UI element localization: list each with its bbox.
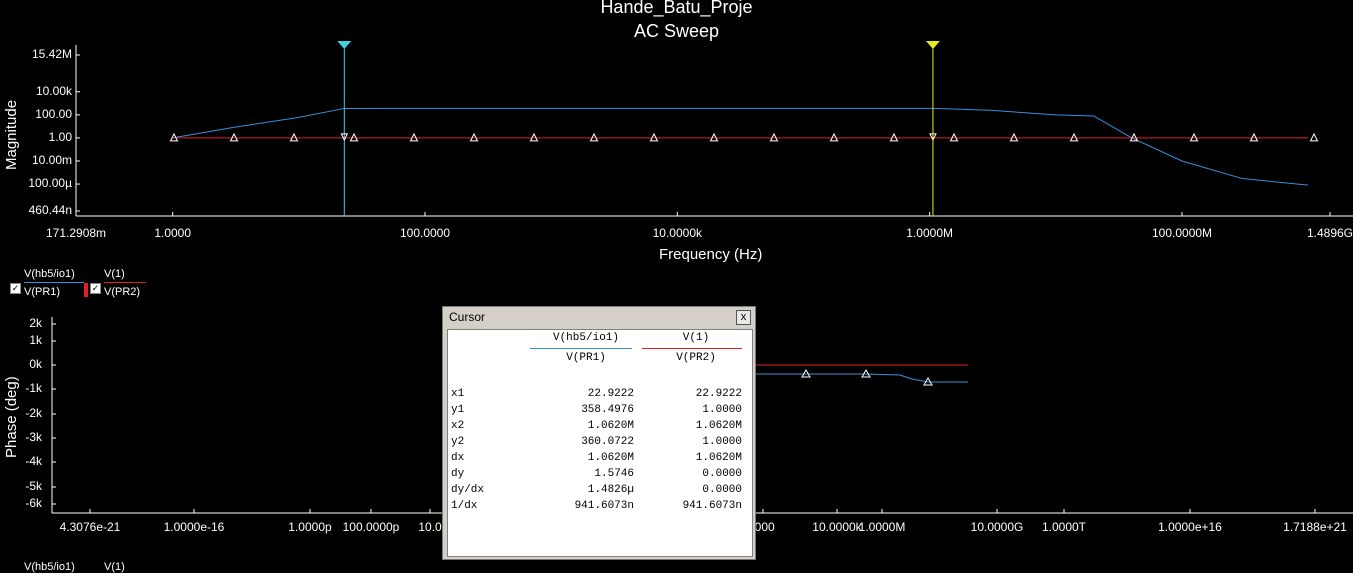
magnitude-x-tick-label: 100.0000M — [1151, 226, 1213, 240]
cursor-1-handle — [337, 41, 352, 49]
legend-item-2-top: V(1) — [104, 268, 125, 280]
cursor-2-handle — [925, 41, 940, 49]
cursor-cell-k: dy/dx — [451, 484, 485, 496]
col1-header-bottom: V(PR1) — [566, 352, 606, 364]
cursor-cell-v1: 1.0620M — [587, 452, 634, 464]
cursor-row-1/dx: 1/dx 941.6073n 941.6073n — [448, 500, 752, 516]
phase-y-tick-label: -4k — [25, 454, 42, 468]
phase-y-tick-label: -1k — [25, 381, 42, 395]
phase-x-tick-label: 1.0000T — [1041, 520, 1087, 534]
legend-item-1-checkbox[interactable]: ✓ — [10, 283, 21, 294]
magnitude-y-tick-label: 460.44n — [28, 203, 72, 217]
cursor-cell-k: y2 — [451, 436, 465, 448]
cursor-cell-v2: 1.0620M — [695, 420, 742, 432]
cursor-window-title: Cursor — [449, 310, 486, 324]
cursor-cell-v1: 1.4826µ — [587, 484, 634, 496]
phase-y-tick-label: -6k — [25, 496, 42, 510]
phase-y-tick-label: 1k — [29, 333, 42, 347]
cursor-table: V(hb5/io1) V(PR1) V(1) V(PR2) x1 22.9222 2… — [447, 329, 753, 557]
cursor-cell-v1: 1.0620M — [587, 420, 634, 432]
magnitude-x-tick-label: 1.4896G — [1306, 226, 1353, 240]
cursor-cell-v2: 1.0000 — [702, 436, 742, 448]
phase-x-tick-label: 1.0000e-16 — [163, 520, 225, 534]
cursor-window-titlebar[interactable]: Cursor — [443, 307, 755, 327]
cursor-row-dy/dx: dy/dx 1.4826µ 0.0000 — [448, 484, 752, 500]
cursor-cell-v1: 22.9222 — [587, 388, 634, 400]
magnitude-x-tick-label: 171.2908m — [46, 226, 107, 240]
legend-item-2-bottom: V(PR2) — [104, 286, 141, 298]
bottom-legend-b: V(1) — [104, 561, 125, 573]
cursor-row-dx: dx 1.0620M 1.0620M — [448, 452, 752, 468]
bottom-legend-a: V(hb5/io1) — [24, 561, 75, 573]
phase-x-tick-label: 1.0000e+16 — [1158, 520, 1222, 534]
col1-header-top: V(hb5/io1) — [552, 332, 619, 344]
cursor-row-y1: y1 358.4976 1.0000 — [448, 404, 752, 420]
magnitude-y-tick-label: 15.42M — [31, 47, 72, 61]
cursor-cell-k: dx — [451, 452, 465, 464]
phase-x-tick-label: 1.0000M — [858, 520, 906, 534]
cursor-cell-v2: 22.9222 — [695, 388, 742, 400]
magnitude-y-tick-label: 10.00k — [35, 83, 72, 98]
legend-item-1-top: V(hb5/io1) — [24, 268, 75, 280]
cursor-cell-v1: 1.5746 — [594, 468, 634, 480]
cursor-cell-v2: 1.0000 — [702, 404, 742, 416]
close-icon[interactable]: x — [736, 310, 751, 325]
cursor-row-y2: y2 360.0722 1.0000 — [448, 436, 752, 452]
legend-item-1-swatch — [24, 282, 84, 283]
col1-header-line — [530, 348, 632, 349]
cursor-cell-k: x2 — [451, 420, 465, 432]
magnitude-y-tick-label: 100.00 — [35, 106, 72, 121]
cursor-cell-v2: 941.6073n — [682, 500, 742, 512]
cursor-cell-v2: 1.0620M — [695, 452, 742, 464]
cursor-row-dy: dy 1.5746 0.0000 — [448, 468, 752, 484]
cursor-cell-v1: 360.0722 — [581, 436, 634, 448]
legend-item-2-checkbox[interactable]: ✓ — [90, 283, 101, 294]
legend-item-1-bottom: V(PR1) — [24, 286, 61, 298]
cursor-row-x2: x2 1.0620M 1.0620M — [448, 420, 752, 436]
magnitude-x-tick-label: 10.0000k — [652, 226, 703, 240]
magnitude-y-tick-label: 10.00m — [31, 152, 72, 167]
cursor-cell-v1: 358.4976 — [581, 404, 634, 416]
cursor-cell-v2: 0.0000 — [702, 484, 742, 496]
col2-header-line — [642, 348, 742, 349]
magnitude-y-tick-label: 1.00 — [48, 129, 72, 144]
cursor-cell-k: y1 — [451, 404, 465, 416]
phase-y-tick-label: 2k — [29, 316, 42, 330]
col2-header-bottom: V(PR2) — [676, 352, 716, 364]
cursor-cell-k: dy — [451, 468, 465, 480]
cursor-window[interactable]: Cursor x V(hb5/io1) V(PR1) V(1) V(PR2) x… — [442, 306, 756, 560]
phase-y-tick-label: -3k — [25, 430, 42, 444]
legend-item-2-marker — [84, 283, 88, 297]
cursor-row-x1: x1 22.9222 22.9222 — [448, 388, 752, 404]
legend-item-2-swatch — [104, 282, 146, 283]
magnitude-x-tick-label: 1.0000 — [154, 226, 192, 240]
cursor-cell-v1: 941.6073n — [574, 500, 634, 512]
magnitude-x-tick-label: 100.0000 — [399, 226, 451, 240]
col2-header-top: V(1) — [682, 332, 710, 344]
phase-y-tick-label: -2k — [25, 406, 42, 420]
cursor-cell-k: 1/dx — [451, 500, 478, 512]
magnitude-y-tick-label: 100.00µ — [28, 176, 72, 191]
magnitude-marker — [1309, 132, 1319, 142]
phase-x-tick-label: 1.7188e+21 — [1283, 520, 1347, 534]
phase-x-tick-label: 4.3076e-21 — [59, 520, 121, 534]
magnitude-trace-1 — [172, 107, 1309, 186]
phase-trace-blue — [752, 373, 968, 383]
cursor-cell-v2: 0.0000 — [702, 468, 742, 480]
phase-y-tick-label: 0k — [29, 357, 42, 371]
frequency-axis-label: Frequency (Hz) — [659, 246, 763, 263]
phase-y-tick-label: -5k — [25, 479, 42, 493]
cursor-cell-k: x1 — [451, 388, 465, 400]
magnitude-x-tick-label: 1.0000M — [906, 226, 953, 240]
